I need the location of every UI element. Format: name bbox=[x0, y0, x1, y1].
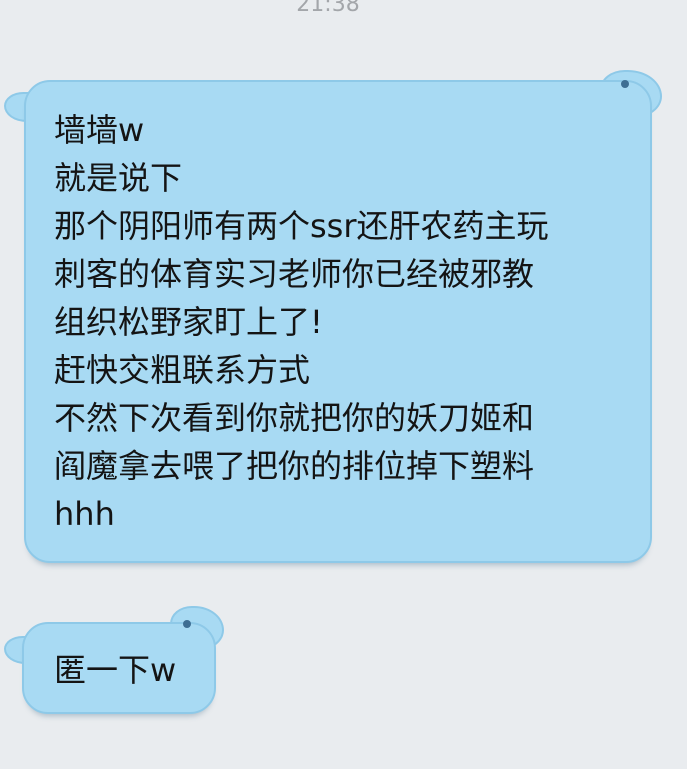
message-line: 赶快交粗联系方式 bbox=[54, 351, 311, 389]
message-bubble[interactable]: 墙墙w 就是说下 那个阴阳师有两个ssr还肝农药主玩 刺客的体育实习老师你已经被… bbox=[24, 80, 652, 563]
message-line: hhh bbox=[54, 495, 115, 533]
message-line: 刺客的体育实习老师你已经被邪教 bbox=[54, 255, 535, 293]
message-line: 墙墙w bbox=[54, 111, 145, 149]
message-bubble[interactable]: 匿一下w bbox=[22, 622, 216, 714]
message-line: 不然下次看到你就把你的妖刀姬和 bbox=[54, 399, 535, 437]
bubble-eye-icon bbox=[183, 620, 191, 628]
message-timestamp: 21:38 bbox=[296, 0, 360, 17]
message-line: 就是说下 bbox=[54, 159, 183, 197]
message-line: 阎魔拿去喂了把你的排位掉下塑料 bbox=[54, 447, 535, 485]
message-line: 那个阴阳师有两个ssr还肝农药主玩 bbox=[54, 207, 549, 245]
message-line: 匿一下w bbox=[54, 651, 177, 689]
bubble-eye-icon bbox=[621, 80, 629, 88]
message-line: 组织松野家盯上了! bbox=[54, 303, 323, 341]
